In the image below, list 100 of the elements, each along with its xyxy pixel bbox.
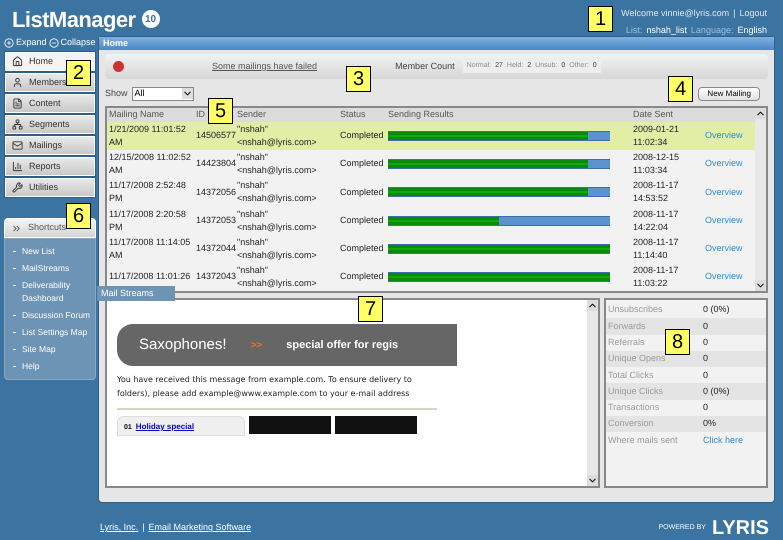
overview-link[interactable]: Overview (705, 129, 743, 143)
table-cell-text: 14372043 (196, 270, 237, 284)
table-cell-text: 11/17/2008 11:01:26 (108, 270, 192, 284)
scrollbar[interactable] (755, 108, 766, 291)
nav-item[interactable]: Segments (5, 115, 95, 134)
new-mailing-button[interactable]: New Mailing (698, 86, 760, 100)
expand-link[interactable]: Expand (16, 36, 47, 50)
stat-value: 0% (703, 417, 716, 430)
alert-icon (113, 61, 124, 72)
separator: | (733, 7, 736, 20)
overview-link[interactable]: Overview (705, 270, 743, 284)
tagline-link[interactable]: Email Marketing Software (148, 521, 252, 535)
table-cell-text: 11/17/2008 11:14:05 AM (108, 236, 192, 262)
table-cell-text: 2008-11-17 (633, 208, 680, 220)
table-cell-text: Completed (340, 214, 385, 227)
table-cell-text: 11:03:34 (633, 164, 668, 178)
table-cell-text: <nshah@lyris.com> (237, 220, 318, 234)
page-title-bar: Home (99, 37, 774, 50)
scrollbar[interactable] (587, 300, 598, 486)
table-cell-text: "nshah" (237, 151, 269, 164)
overview-link[interactable]: Overview (705, 214, 743, 228)
banner-arrows: >> (250, 338, 262, 352)
number-callout-tooltip: 4 (668, 76, 694, 102)
table-cell-text: "nshah" (237, 122, 269, 136)
table-cell-text: 11:03:22 (633, 276, 668, 290)
table-cell-text: <nshah@lyris.com> (237, 248, 318, 262)
show-dropdown[interactable]: All (132, 86, 194, 100)
overview-link[interactable]: Overview (705, 186, 743, 200)
column-header: Date Sent (633, 109, 674, 120)
nav-icon (12, 182, 23, 193)
email-body-text: You have received this message from example.com. To ensure delivery to (117, 374, 413, 386)
table-cell-text: 2008-11-17 (633, 236, 680, 249)
scroll-down-icon[interactable] (587, 475, 598, 486)
holiday-link[interactable]: Holiday special (136, 421, 194, 433)
table-cell-text: 11/17/2008 2:52:48 PM (108, 179, 187, 206)
brand-logo: LYRIS (712, 516, 769, 540)
table-cell-text: 1/21/2009 11:01:52 AM (108, 122, 187, 149)
version-badge: 10 (142, 10, 160, 28)
list-value: nshah_list (646, 24, 687, 37)
nav-icon (12, 161, 23, 172)
shortcut-link[interactable]: Help (22, 360, 40, 373)
nav-item[interactable]: Reports (5, 157, 95, 176)
nav-item[interactable]: Mailings (5, 136, 95, 155)
company-link[interactable]: Lyris, Inc. (100, 521, 138, 535)
table-cell-text: "nshah" (237, 236, 269, 249)
table-cell-text: 2009-01-21 (633, 122, 680, 136)
shortcut-link[interactable]: List Settings Map (22, 326, 88, 339)
shortcut-link[interactable]: MailStreams (22, 262, 70, 275)
stat-label: Forwards (608, 320, 646, 331)
table-cell-text: 2008-11-17 (633, 179, 680, 192)
table-cell-text: Completed (340, 129, 385, 142)
scroll-up-icon[interactable] (755, 108, 766, 119)
stat-value: 0 (703, 401, 708, 414)
shortcut-link[interactable]: New List (22, 245, 55, 258)
column-header: ID (196, 109, 205, 120)
expand-icon[interactable] (4, 38, 14, 48)
language-label: Language: (690, 24, 734, 37)
shortcut-link[interactable]: Discussion Forum (22, 309, 90, 322)
scroll-up-icon[interactable] (587, 300, 598, 311)
nav-icon (12, 77, 23, 88)
table-cell-text: <nshah@lyris.com> (237, 136, 318, 149)
nav-icon (12, 56, 23, 67)
stat-link[interactable]: Click here (703, 434, 744, 448)
stat-value: 0 (703, 352, 708, 366)
overview-link[interactable]: Overview (705, 242, 743, 256)
nav-item[interactable]: Utilities (5, 178, 95, 197)
nav-icon (12, 98, 23, 109)
table-cell-text: "nshah" (237, 179, 269, 192)
number-callout-tooltip: 1 (588, 6, 614, 32)
logout-link[interactable]: Logout (739, 7, 767, 20)
table-cell-text: 11/17/2008 2:20:58 PM (108, 208, 187, 234)
stat-value: 0 (0%) (703, 384, 730, 398)
banner-offer: special offer for regis (286, 338, 398, 353)
product-logo: ListManager (12, 6, 136, 34)
table-cell-text: Completed (340, 242, 385, 255)
stat-value: 0 (0%) (703, 303, 730, 316)
collapse-icon[interactable] (48, 38, 59, 48)
table-cell-text: 2008-11-17 (633, 264, 680, 277)
number-callout-tooltip: 8 (665, 329, 690, 355)
column-header: Mailing Name (109, 109, 164, 120)
nav-item[interactable]: Content (5, 94, 95, 113)
shortcut-link[interactable]: Site Map (22, 343, 56, 356)
stat-label: Unique Opens (608, 353, 666, 364)
overview-link[interactable]: Overview (705, 157, 743, 171)
stat-label: Referrals (608, 336, 645, 347)
stat-value: 0 (703, 320, 708, 333)
stat-label: Unique Clicks (608, 386, 664, 396)
language-value: English (737, 24, 767, 37)
stat-value: 0 (703, 368, 708, 382)
list-label: List: (626, 24, 642, 36)
scroll-down-icon[interactable] (755, 280, 766, 291)
table-cell-text: 14506577 (196, 129, 237, 142)
flyout-menu[interactable]: Mail Streams (97, 286, 175, 301)
banner-title: Saxophones! (139, 334, 227, 355)
alert-link[interactable]: Some mailings have failed (212, 60, 318, 74)
show-label: Show (105, 86, 128, 100)
nav-icon (12, 119, 23, 130)
collapse-link[interactable]: Collapse (60, 36, 96, 50)
shortcut-link[interactable]: Deliverability Dashboard (22, 279, 91, 305)
number-callout-tooltip: 5 (208, 98, 234, 124)
